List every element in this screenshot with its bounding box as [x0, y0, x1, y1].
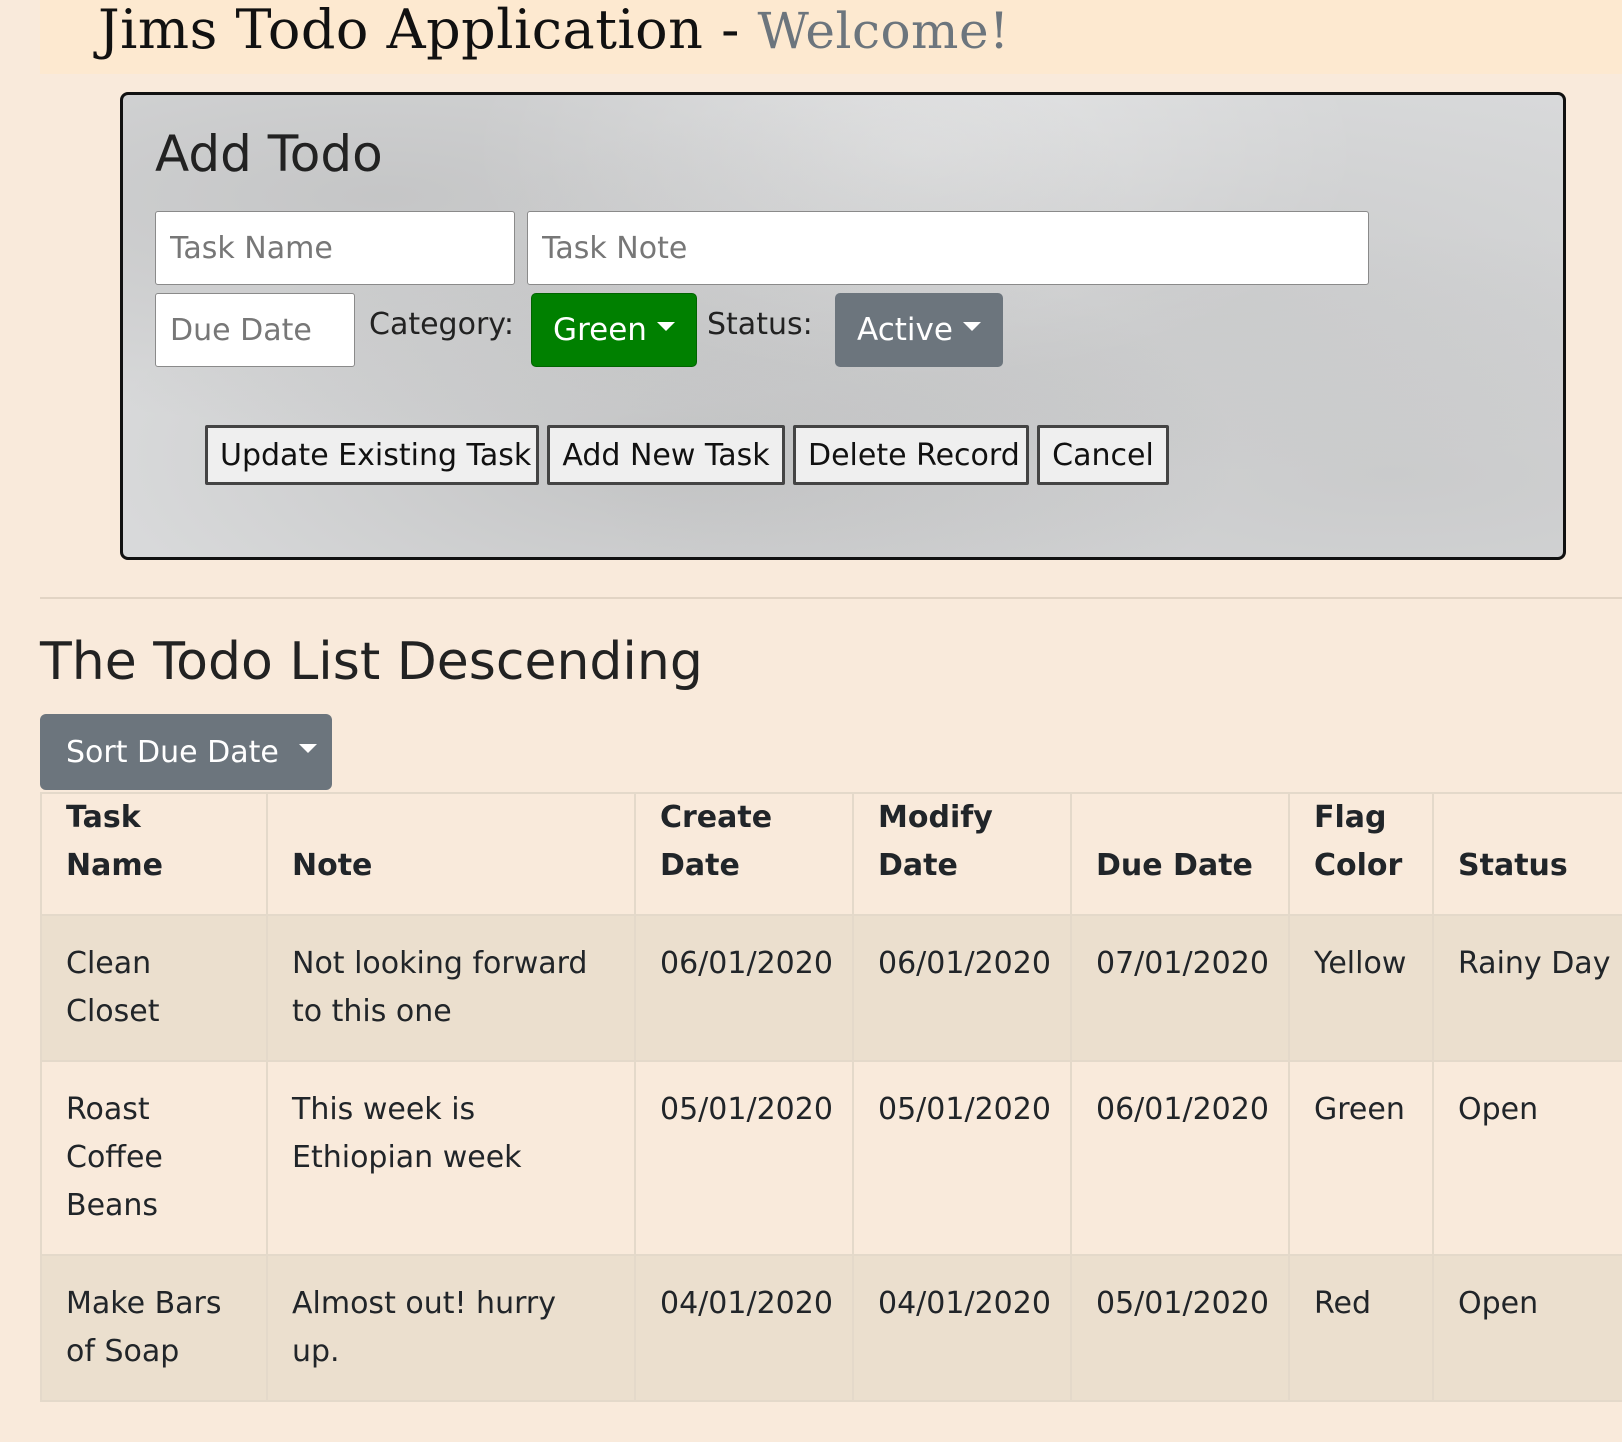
status-label: Status:: [707, 307, 813, 342]
table-row[interactable]: Roast Coffee Beans This week is Ethiopia…: [40, 1060, 1622, 1256]
cell-create-date: 05/01/2020: [634, 1060, 854, 1256]
cancel-button[interactable]: Cancel: [1037, 425, 1169, 485]
app-title-text: Jims Todo Application -: [98, 0, 740, 61]
column-header-flag-color[interactable]: Flag Color: [1288, 792, 1434, 916]
update-existing-task-button[interactable]: Update Existing Task: [205, 425, 539, 485]
table-row[interactable]: Clean Closet Not looking forward to this…: [40, 914, 1622, 1062]
column-header-create-date[interactable]: Create Date: [634, 792, 854, 916]
caret-down-icon: [962, 321, 981, 331]
column-header-task-name[interactable]: Task Name: [40, 792, 268, 916]
table-row[interactable]: Make Bars of Soap Almost out! hurry up. …: [40, 1254, 1622, 1402]
cell-note: Almost out! hurry up.: [266, 1254, 636, 1402]
column-header-modify-date[interactable]: Modify Date: [852, 792, 1072, 916]
cell-flag-color: Green: [1288, 1060, 1434, 1256]
sort-dropdown-label: Sort Due Date: [66, 734, 279, 770]
caret-down-icon: [298, 743, 317, 753]
cell-status: Open: [1432, 1060, 1622, 1256]
cell-note: This week is Ethiopian week: [266, 1060, 636, 1256]
table-header-row: Task Name Note Create Date Modify Date D…: [40, 792, 1622, 916]
column-header-note[interactable]: Note: [266, 792, 636, 916]
cell-note: Not looking forward to this one: [266, 914, 636, 1062]
cell-modify-date: 05/01/2020: [852, 1060, 1072, 1256]
status-dropdown[interactable]: Active: [835, 293, 1003, 367]
add-todo-title: Add Todo: [155, 125, 383, 183]
cell-create-date: 06/01/2020: [634, 914, 854, 1062]
app-header: Jims Todo Application - Welcome!: [40, 0, 1622, 74]
cell-create-date: 04/01/2020: [634, 1254, 854, 1402]
section-divider: [40, 597, 1622, 599]
app-title: Jims Todo Application - Welcome!: [98, 0, 1010, 61]
task-note-input[interactable]: [527, 211, 1369, 285]
caret-down-icon: [656, 321, 675, 331]
todo-list-title: The Todo List Descending: [40, 632, 703, 692]
cell-due-date: 07/01/2020: [1070, 914, 1290, 1062]
cell-task-name: Clean Closet: [40, 914, 268, 1062]
cell-modify-date: 04/01/2020: [852, 1254, 1072, 1402]
task-name-input[interactable]: [155, 211, 515, 285]
sort-due-date-dropdown[interactable]: Sort Due Date: [40, 714, 332, 790]
cell-task-name: Make Bars of Soap: [40, 1254, 268, 1402]
category-label: Category:: [369, 307, 514, 342]
cell-status: Rainy Day: [1432, 914, 1622, 1062]
cell-due-date: 05/01/2020: [1070, 1254, 1290, 1402]
todo-table: Task Name Note Create Date Modify Date D…: [40, 792, 1622, 1402]
column-header-status[interactable]: Status: [1432, 792, 1622, 916]
delete-record-button[interactable]: Delete Record: [793, 425, 1029, 485]
add-new-task-button[interactable]: Add New Task: [547, 425, 785, 485]
cell-modify-date: 06/01/2020: [852, 914, 1072, 1062]
add-todo-panel: Add Todo Category: Green Status: Active …: [120, 92, 1566, 560]
cell-due-date: 06/01/2020: [1070, 1060, 1290, 1256]
cell-flag-color: Yellow: [1288, 914, 1434, 1062]
category-dropdown-value: Green: [553, 312, 647, 348]
category-dropdown[interactable]: Green: [531, 293, 697, 367]
column-header-due-date[interactable]: Due Date: [1070, 792, 1290, 916]
cell-task-name: Roast Coffee Beans: [40, 1060, 268, 1256]
welcome-text: Welcome!: [757, 2, 1010, 60]
cell-status: Open: [1432, 1254, 1622, 1402]
due-date-input[interactable]: [155, 293, 355, 367]
status-dropdown-value: Active: [857, 312, 953, 348]
cell-flag-color: Red: [1288, 1254, 1434, 1402]
